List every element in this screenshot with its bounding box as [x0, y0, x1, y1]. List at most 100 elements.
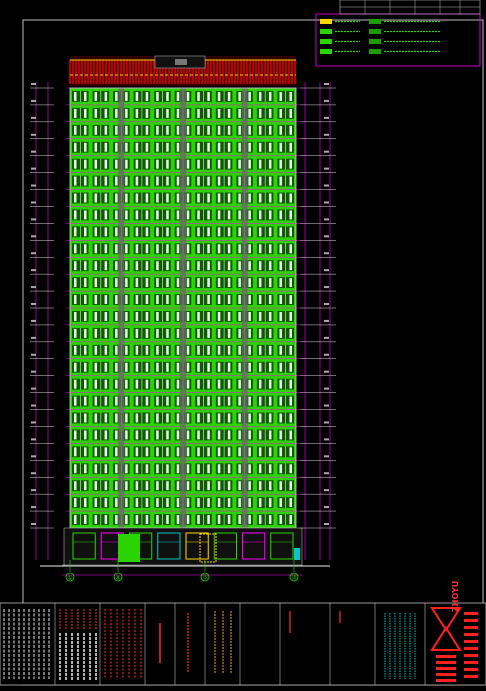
window-pane — [176, 430, 180, 440]
level-mark — [324, 303, 329, 305]
window-pane — [217, 159, 221, 169]
window-pane — [258, 430, 262, 440]
window-pane — [166, 498, 169, 508]
window-pane — [94, 159, 98, 169]
window-pane — [268, 125, 272, 135]
logo-text-stroke — [436, 661, 456, 664]
window-pane — [258, 464, 262, 474]
window-pane — [135, 193, 139, 203]
window-pane — [248, 379, 251, 389]
logo-text-stroke — [464, 619, 478, 622]
logo-text-stroke — [436, 679, 456, 682]
window-pane — [166, 159, 169, 169]
window-pane — [207, 498, 210, 508]
window-pane — [186, 515, 190, 524]
window-pane — [74, 396, 77, 406]
window-pane — [166, 92, 169, 101]
window-pane — [268, 362, 272, 372]
window-pane — [94, 498, 98, 508]
window-pane — [279, 142, 282, 152]
window-pane — [115, 447, 118, 457]
window-pane — [186, 362, 190, 372]
window-pane — [115, 108, 118, 118]
window-pane — [156, 515, 159, 524]
window-pane — [176, 176, 180, 186]
window-pane — [94, 447, 98, 457]
window-pane — [258, 312, 262, 321]
level-mark — [31, 218, 36, 221]
window-pane — [238, 430, 241, 440]
window-pane — [94, 515, 98, 524]
window-pane — [186, 210, 190, 220]
window-pane — [268, 193, 272, 203]
window-pane — [217, 278, 221, 288]
window-pane — [135, 362, 139, 372]
window-pane — [248, 295, 251, 304]
window-pane — [186, 142, 190, 152]
logo-text-stroke — [436, 667, 456, 670]
window-pane — [217, 430, 221, 440]
window-pane — [104, 464, 108, 474]
window-pane — [289, 244, 292, 254]
window-pane — [156, 125, 159, 135]
cad-elevation-drawing: ① ⑨ ⑮ ⑱ — [0, 0, 486, 691]
grid-bubble-label: ⑱ — [291, 574, 297, 582]
window-pane — [258, 295, 262, 304]
window-pane — [74, 498, 77, 508]
window-pane — [279, 125, 282, 135]
window-pane — [238, 481, 241, 491]
level-mark — [31, 167, 36, 170]
window-pane — [74, 278, 77, 288]
window-pane — [268, 295, 272, 304]
level-mark — [324, 421, 329, 424]
window-pane — [84, 210, 87, 220]
window-pane — [145, 261, 149, 271]
window-pane — [84, 515, 87, 524]
window-pane — [207, 362, 210, 372]
window-pane — [279, 193, 282, 203]
window-pane — [145, 142, 149, 152]
window-pane — [84, 244, 87, 254]
window-pane — [186, 464, 190, 474]
window-pane — [176, 498, 180, 508]
window-pane — [166, 379, 169, 389]
window-pane — [176, 125, 180, 135]
window-pane — [268, 498, 272, 508]
window-pane — [74, 210, 77, 220]
window-pane — [156, 244, 159, 254]
logo-text-stroke — [464, 647, 478, 650]
level-mark — [324, 489, 329, 492]
window-pane — [145, 464, 149, 474]
window-pane — [279, 92, 282, 101]
window-pane — [115, 261, 118, 271]
window-pane — [156, 481, 159, 491]
window-pane — [166, 125, 169, 135]
window-pane — [176, 278, 180, 288]
window-pane — [104, 447, 108, 457]
level-mark — [31, 404, 36, 407]
window-pane — [156, 210, 159, 220]
window-pane — [248, 515, 251, 524]
window-pane — [104, 278, 108, 288]
window-pane — [248, 396, 251, 406]
window-pane — [197, 176, 200, 186]
window-pane — [289, 261, 292, 271]
window-pane — [135, 295, 139, 304]
window-pane — [227, 261, 231, 271]
window-pane — [217, 295, 221, 304]
window-pane — [258, 142, 262, 152]
level-mark — [324, 201, 329, 204]
window-pane — [279, 261, 282, 271]
window-pane — [84, 108, 87, 118]
window-pane — [104, 295, 108, 304]
window-pane — [258, 278, 262, 288]
window-pane — [248, 345, 251, 355]
window-pane — [248, 92, 251, 101]
window-pane — [227, 345, 231, 355]
window-pane — [145, 396, 149, 406]
window-pane — [207, 142, 210, 152]
window-pane — [197, 430, 200, 440]
window-pane — [135, 159, 139, 169]
window-pane — [207, 447, 210, 457]
window-pane — [125, 176, 128, 186]
